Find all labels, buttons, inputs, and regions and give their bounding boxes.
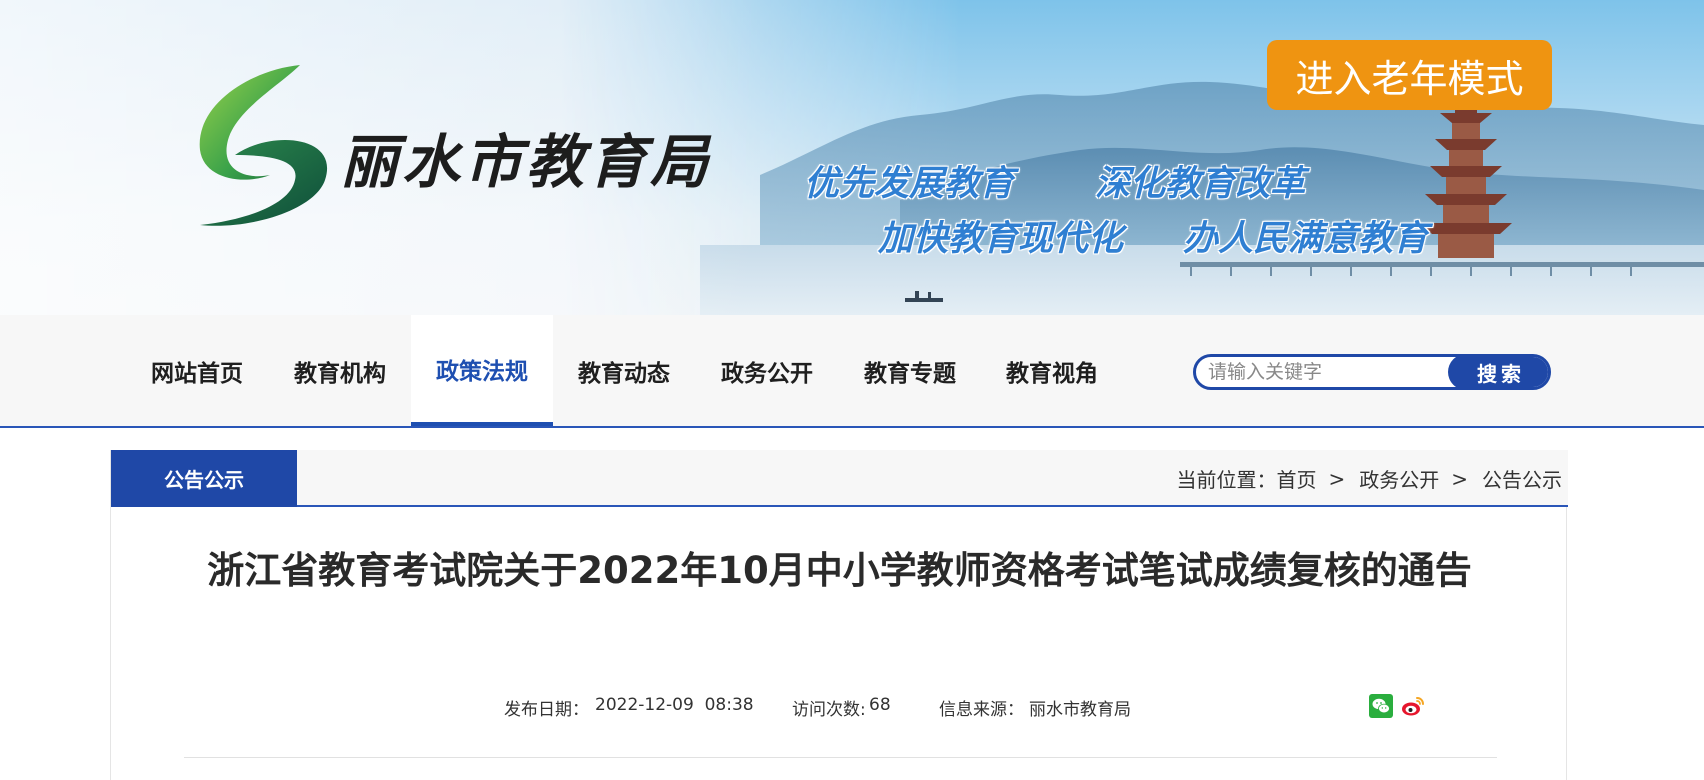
article-divider: [184, 757, 1497, 758]
search-input[interactable]: [1196, 357, 1446, 387]
breadcrumb-separator: >: [1328, 466, 1346, 491]
search-box: 搜索: [1193, 354, 1551, 390]
content-header: 公告公示 当前位置： 首页 > 政务公开 > 公告公示: [111, 450, 1568, 507]
nav-item-home[interactable]: 网站首页: [126, 315, 268, 426]
slogan-1: 优先发展教育: [804, 164, 1015, 204]
nav-item-policies[interactable]: 政策法规: [411, 315, 553, 426]
slogan-3: 加快教育现代化: [878, 219, 1124, 259]
breadcrumb-announcements-link[interactable]: 公告公示: [1482, 464, 1562, 493]
nav-item-perspectives[interactable]: 教育视角: [981, 315, 1123, 426]
section-tab: 公告公示: [111, 450, 297, 507]
slogan-2: 深化教育改革: [1095, 164, 1306, 204]
breadcrumb-home-link[interactable]: 首页: [1276, 464, 1316, 493]
nav-item-government-affairs[interactable]: 政务公开: [696, 315, 838, 426]
elder-mode-button[interactable]: 进入老年模式: [1267, 40, 1552, 110]
article-title: 浙江省教育考试院关于2022年10月中小学教师资格考试笔试成绩复核的通告: [207, 549, 1472, 592]
content-panel: 公告公示 当前位置： 首页 > 政务公开 > 公告公示 浙江省教育考试院关于20…: [110, 450, 1568, 780]
search-button[interactable]: 搜索: [1448, 357, 1548, 387]
publish-date-value: 2022-12-09 08:38: [595, 695, 754, 715]
publish-date-label: 发布日期：: [504, 700, 589, 720]
header-banner: 丽水市教育局 优先发展教育 深化教育改革 加快教育现代化 办人民满意教育 进入老…: [0, 0, 1704, 315]
nav-item-institutions[interactable]: 教育机构: [269, 315, 411, 426]
breadcrumb-prefix: 当前位置：: [1176, 468, 1277, 492]
article-meta: 发布日期： 2022-12-09 08:38 访问次数: 68 信息来源： 丽水…: [111, 695, 1568, 720]
slogan-4: 办人民满意教育: [1183, 219, 1429, 259]
weibo-icon[interactable]: [1401, 694, 1425, 718]
breadcrumb: 当前位置： 首页 > 政务公开 > 公告公示: [1176, 450, 1562, 507]
visits-label: 访问次数:: [792, 700, 866, 720]
visits-value: 68: [869, 695, 891, 715]
source-value: 丽水市教育局: [1029, 700, 1131, 720]
site-name: 丽水市教育局: [340, 128, 713, 196]
nav-item-news[interactable]: 教育动态: [553, 315, 695, 426]
breadcrumb-separator: >: [1451, 466, 1468, 491]
nav-item-topics[interactable]: 教育专题: [839, 315, 981, 426]
source-label: 信息来源：: [939, 700, 1024, 720]
wechat-icon[interactable]: [1369, 694, 1393, 718]
breadcrumb-government-affairs-link[interactable]: 政务公开: [1359, 464, 1439, 493]
